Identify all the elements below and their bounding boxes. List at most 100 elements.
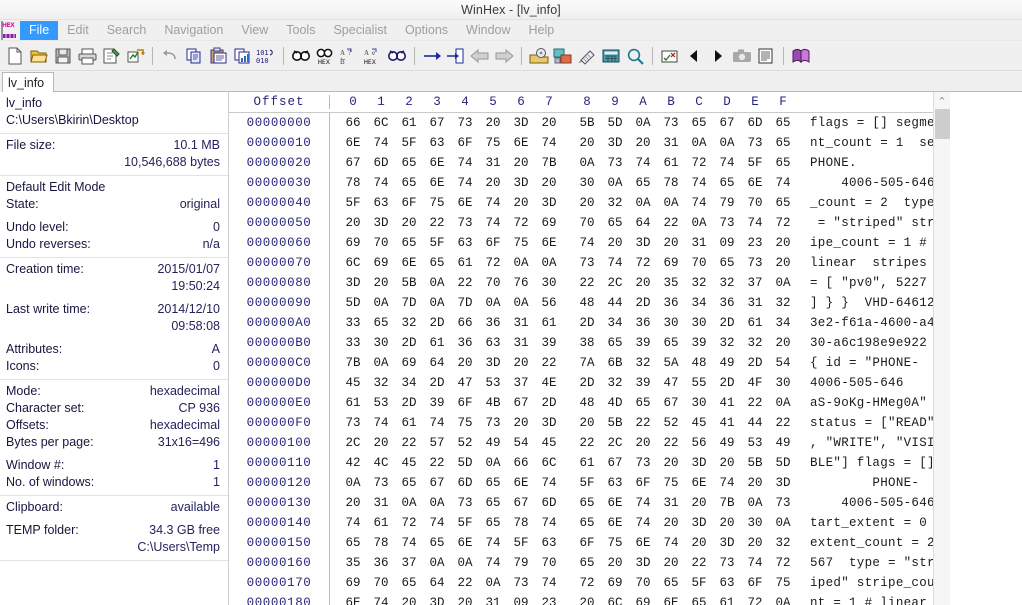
replace-hex-icon[interactable]: Ae HEX [361,44,385,68]
hex-byte-cell[interactable]: 65 [601,336,629,350]
hex-byte-cell[interactable]: 3D [629,236,657,250]
hex-byte-cell[interactable]: 64 [423,576,451,590]
hex-byte-cell[interactable]: 73 [741,136,769,150]
hex-byte-cell[interactable]: 20 [479,176,507,190]
hex-byte-cell[interactable]: 35 [657,276,685,290]
hex-byte-cell[interactable]: 36 [629,316,657,330]
hex-byte-cell[interactable]: 74 [367,136,395,150]
hex-row[interactable]: 00000090 5D 0A 7D 0A 7D 0A 0A 56 48 44 2D 36 34 36 31 32… [229,293,1022,313]
hex-byte-cell[interactable]: 6C [367,116,395,130]
hex-byte-cell[interactable]: 20 [629,276,657,290]
hex-byte-cell[interactable]: 7B [339,356,367,370]
hex-row[interactable]: 00000010 6E 74 5F 63 6F 75 6E 74 20 3D 20 31 0A 0A 73 65… [229,133,1022,153]
hex-byte-cell[interactable]: 20 [507,356,535,370]
hex-byte-cell[interactable]: 22 [573,436,601,450]
hex-byte-cell[interactable]: 47 [451,376,479,390]
hex-rows-container[interactable]: 00000000 66 6C 61 67 73 20 3D 20 5B 5D 0A 73 65 67 6D 65… [229,113,1022,605]
hex-byte-cell[interactable]: 20 [713,516,741,530]
hex-byte-cell[interactable]: 0A [479,576,507,590]
hex-byte-cell[interactable]: 65 [685,116,713,130]
hex-byte-cell[interactable]: 20 [769,256,797,270]
hex-byte-cell[interactable]: 5D [451,456,479,470]
hex-row-bytes[interactable]: 69 70 65 5F 63 6F 75 6E 74 20 3D 20 31 09 23 20 [330,236,797,250]
manual-icon[interactable] [789,44,813,68]
hex-byte-cell[interactable]: 2D [629,296,657,310]
hex-byte-cell[interactable]: 0A [423,556,451,570]
hex-byte-cell[interactable]: 41 [713,396,741,410]
hex-byte-cell[interactable]: 5F [395,136,423,150]
hex-byte-cell[interactable]: 6F [479,236,507,250]
hex-byte-cell[interactable]: 0A [713,136,741,150]
hex-byte-cell[interactable]: 0A [395,496,423,510]
hex-byte-cell[interactable]: 6E [339,136,367,150]
hex-byte-cell[interactable]: 4F [741,376,769,390]
calculator-icon[interactable] [599,44,623,68]
hex-row-bytes[interactable]: 2C 20 22 57 52 49 54 45 22 2C 20 22 56 49 53 49 [330,436,797,450]
hex-byte-cell[interactable]: 44 [601,296,629,310]
hex-byte-cell[interactable]: 66 [339,116,367,130]
hex-row[interactable]: 00000130 20 31 0A 0A 73 65 67 6D 65 6E 74 31 20 7B 0A 73… [229,493,1022,513]
hex-byte-cell[interactable]: 49 [713,356,741,370]
hex-byte-cell[interactable]: 32 [367,376,395,390]
hex-byte-cell[interactable]: 4E [535,376,563,390]
hex-byte-cell[interactable]: 33 [339,336,367,350]
hex-byte-cell[interactable]: 75 [479,136,507,150]
hex-byte-cell[interactable]: 2D [395,396,423,410]
hex-byte-cell[interactable]: 32 [713,276,741,290]
hex-byte-cell[interactable]: 66 [507,456,535,470]
hex-byte-cell[interactable]: 72 [685,156,713,170]
hex-byte-cell[interactable]: 74 [479,556,507,570]
hex-row[interactable]: 000000C0 7B 0A 69 64 20 3D 20 22 7A 6B 32 5A 48 49 2D 54… [229,353,1022,373]
hex-row-bytes[interactable]: 73 74 61 74 75 73 20 3D 20 5B 22 52 45 41 44 22 [330,416,797,430]
hex-byte-cell[interactable]: 79 [507,556,535,570]
hex-byte-cell[interactable]: 20 [507,416,535,430]
find-text-icon[interactable] [289,44,313,68]
hex-byte-cell[interactable]: 65 [573,516,601,530]
hex-byte-cell[interactable]: 61 [451,256,479,270]
menu-item-help[interactable]: Help [520,21,564,40]
hex-row[interactable]: 00000100 2C 20 22 57 52 49 54 45 22 2C 20 22 56 49 53 49… [229,433,1022,453]
hex-byte-cell[interactable]: 78 [367,536,395,550]
hex-byte-cell[interactable]: 73 [451,116,479,130]
hex-row-bytes[interactable]: 35 36 37 0A 0A 74 79 70 65 20 3D 20 22 73 74 72 [330,556,797,570]
hex-byte-cell[interactable]: 45 [685,416,713,430]
menu-item-navigation[interactable]: Navigation [155,21,232,40]
hex-byte-cell[interactable]: 20 [535,176,563,190]
hex-row[interactable]: 000000D0 45 32 34 2D 47 53 37 4E 2D 32 39 47 55 2D 4F 30… [229,373,1022,393]
hex-byte-cell[interactable]: 20 [507,196,535,210]
hex-byte-cell[interactable]: 78 [339,176,367,190]
hex-byte-cell[interactable]: 09 [507,596,535,605]
hex-byte-cell[interactable]: 6E [741,176,769,190]
hex-byte-cell[interactable]: 0A [629,196,657,210]
hex-byte-cell[interactable]: 3D [685,456,713,470]
hex-byte-cell[interactable]: 64 [629,216,657,230]
hex-byte-cell[interactable]: 37 [507,376,535,390]
checksum-icon[interactable] [658,44,682,68]
hex-byte-cell[interactable]: 47 [657,376,685,390]
hex-byte-cell[interactable]: 75 [769,576,797,590]
undo-icon[interactable] [158,44,182,68]
hex-row-bytes[interactable]: 0A 73 65 67 6D 65 6E 74 5F 63 6F 75 6E 74 20 3D [330,476,797,490]
hex-byte-cell[interactable]: 36 [479,316,507,330]
hex-byte-cell[interactable]: 32 [601,196,629,210]
hex-byte-cell[interactable]: 78 [507,516,535,530]
hex-byte-cell[interactable]: 74 [535,516,563,530]
hex-byte-cell[interactable]: 65 [713,256,741,270]
open-file-icon[interactable] [27,44,51,68]
hex-byte-cell[interactable]: 78 [657,176,685,190]
hex-byte-cell[interactable]: 3D [601,136,629,150]
hex-byte-cell[interactable]: 0A [769,596,797,605]
hex-byte-cell[interactable]: 34 [769,316,797,330]
hex-byte-cell[interactable]: 6C [601,596,629,605]
hex-byte-cell[interactable]: 6E [601,516,629,530]
hex-byte-cell[interactable]: 5F [685,576,713,590]
hex-byte-cell[interactable]: 36 [367,556,395,570]
menu-item-search[interactable]: Search [98,21,156,40]
snapshot-icon[interactable] [730,44,754,68]
hex-row-bytes[interactable]: 7B 0A 69 64 20 3D 20 22 7A 6B 32 5A 48 49 2D 54 [330,356,797,370]
hex-row[interactable]: 00000050 20 3D 20 22 73 74 72 69 70 65 64 22 0A 73 74 72… [229,213,1022,233]
hex-byte-cell[interactable]: 3D [479,356,507,370]
hex-byte-cell[interactable]: 5D [601,116,629,130]
hex-byte-cell[interactable]: 36 [451,336,479,350]
hex-byte-cell[interactable]: 0A [479,296,507,310]
